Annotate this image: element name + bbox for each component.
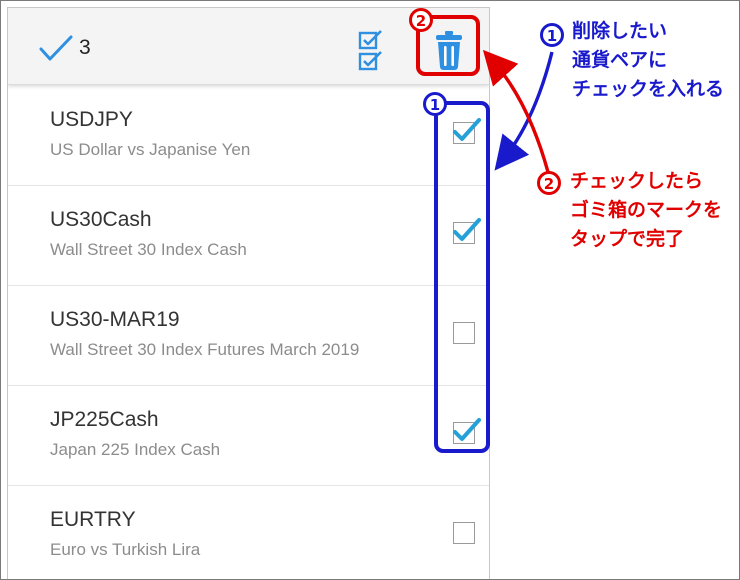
instrument-description: Wall Street 30 Index Cash xyxy=(50,240,247,259)
instrument-symbol: USDJPY xyxy=(50,108,133,131)
instrument-row[interactable]: US30Cash Wall Street 30 Index Cash xyxy=(8,186,489,286)
instrument-description: Japan 225 Index Cash xyxy=(50,440,221,459)
step2-line: チェックしたら xyxy=(570,170,704,192)
instrument-symbol: US30Cash xyxy=(50,208,152,231)
instrument-list: USDJPY US Dollar vs Japanise Yen US30Cash W… xyxy=(8,86,489,579)
step1-line: チェックを入れる xyxy=(572,78,725,100)
step2-marker-note: 2 xyxy=(537,171,561,195)
instrument-description: Wall Street 30 Index Futures March 2019 xyxy=(50,340,360,359)
selected-count: 3 xyxy=(79,36,91,59)
step1-line: 通貨ペアに xyxy=(572,49,668,71)
instrument-row[interactable]: USDJPY US Dollar vs Japanise Yen xyxy=(8,86,489,186)
instrument-symbol: JP225Cash xyxy=(50,408,159,431)
select-checkbox[interactable] xyxy=(453,522,475,544)
instrument-description: US Dollar vs Japanise Yen xyxy=(50,140,251,159)
instrument-description: Euro vs Turkish Lira xyxy=(50,540,201,559)
step1-marker-note: 1 xyxy=(540,23,564,47)
instrument-row[interactable]: JP225Cash Japan 225 Index Cash xyxy=(8,386,489,486)
instrument-row[interactable]: US30-MAR19 Wall Street 30 Index Futures M… xyxy=(8,286,489,386)
step2-marker-box: 2 xyxy=(409,8,433,32)
step2-line: タップで完了 xyxy=(570,228,685,250)
step2-line: ゴミ箱のマークを xyxy=(570,199,723,221)
checkbox-highlight-box xyxy=(434,101,490,453)
step1-instruction: 削除したい 通貨ペアに チェックを入れる xyxy=(572,17,724,104)
step2-instruction: チェックしたら ゴミ箱のマークを タップで完了 xyxy=(570,167,722,254)
instrument-symbol: US30-MAR19 xyxy=(50,308,180,331)
select-all-icon[interactable] xyxy=(358,30,384,72)
instrument-symbol: EURTRY xyxy=(50,508,136,531)
step1-marker-box: 1 xyxy=(423,92,447,116)
step1-line: 削除したい xyxy=(572,20,668,42)
app-screen: 3 USDJPY US Dollar vs Japanise Yen US30Cas… xyxy=(7,7,490,579)
instrument-row[interactable]: EURTRY Euro vs Turkish Lira xyxy=(8,486,489,579)
checkmark-icon[interactable] xyxy=(38,34,74,62)
